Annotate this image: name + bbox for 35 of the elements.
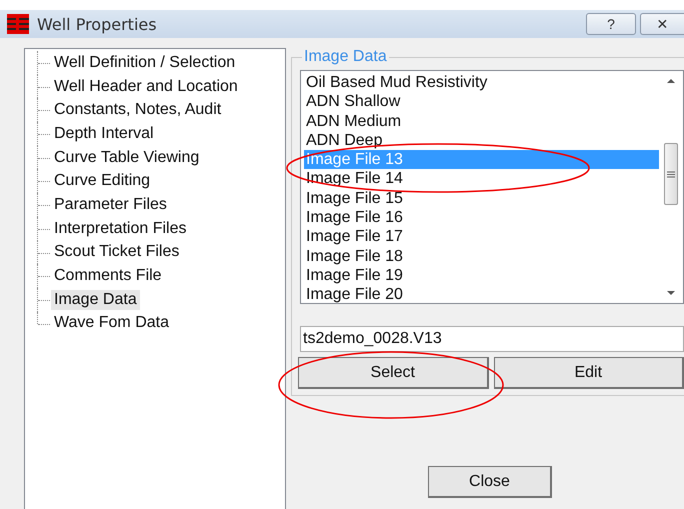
- tree-item[interactable]: Depth Interval: [51, 124, 157, 144]
- list-item[interactable]: Image File 16: [304, 208, 659, 228]
- close-button[interactable]: Close: [428, 466, 552, 498]
- tree-item[interactable]: Curve Editing: [51, 171, 154, 192]
- list-item[interactable]: Image File 15: [304, 188, 659, 208]
- tree-item[interactable]: Constants, Notes, Audit: [51, 100, 224, 120]
- tree-item[interactable]: Interpretation Files: [51, 218, 190, 239]
- tree-item[interactable]: Well Header and Location: [51, 76, 241, 97]
- list-item[interactable]: Image File 19: [304, 266, 659, 286]
- group-title: Image Data: [303, 48, 388, 66]
- file-name-field[interactable]: ts2demo_0028.V13: [300, 326, 684, 352]
- list-item[interactable]: ADN Medium: [304, 112, 659, 131]
- action-button[interactable]: Edit: [494, 357, 684, 389]
- scroll-down-icon[interactable]: [666, 289, 676, 297]
- scroll-up-icon[interactable]: [666, 77, 676, 85]
- tree-item[interactable]: Scout Ticket Files: [51, 242, 182, 262]
- title-bar-button[interactable]: ?: [586, 13, 636, 35]
- list-item[interactable]: Oil Based Mud Resistivity: [304, 73, 659, 92]
- tree-item[interactable]: Well Definition / Selection: [51, 52, 238, 73]
- list-item[interactable]: ADN Deep: [304, 130, 659, 150]
- list-item[interactable]: Image File 18: [304, 246, 659, 266]
- list-item[interactable]: ADN Shallow: [304, 92, 659, 112]
- tree-item[interactable]: Wave Fom Data: [51, 313, 172, 334]
- tree-item[interactable]: Image Data: [51, 290, 140, 310]
- list-item[interactable]: Image File 17: [304, 227, 659, 247]
- app-logo-icon: [7, 14, 29, 34]
- action-button[interactable]: Select: [298, 357, 488, 389]
- title-bar-button[interactable]: ✕: [640, 13, 684, 35]
- grip-icon: [667, 170, 675, 178]
- scrollbar-thumb[interactable]: [664, 143, 678, 205]
- tree-item[interactable]: Curve Table Viewing: [51, 148, 202, 168]
- tree-item[interactable]: Parameter Files: [51, 194, 170, 215]
- window-title: Well Properties: [37, 14, 157, 34]
- list-item[interactable]: Image File 20: [304, 285, 659, 305]
- tree-item[interactable]: Comments File: [51, 266, 165, 286]
